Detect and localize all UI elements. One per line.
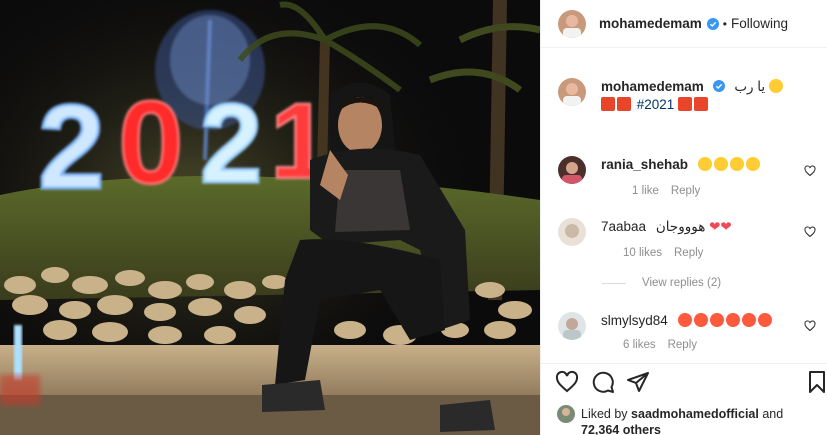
commenter-avatar[interactable] <box>558 312 586 340</box>
likes-and: and <box>762 407 784 421</box>
reply-button[interactable]: Reply <box>671 185 700 197</box>
comment-icon[interactable] <box>591 370 615 394</box>
comment-text: هوووجان <box>655 219 706 234</box>
comments-list[interactable]: mohamedemam يا رب #2021 rania_shehab 1 l… <box>541 48 827 363</box>
star-eyes-emoji-icon <box>725 313 740 327</box>
commenter-avatar[interactable] <box>558 156 586 184</box>
author-avatar[interactable] <box>558 78 586 106</box>
commenter-avatar[interactable] <box>558 218 586 246</box>
author-avatar[interactable] <box>558 9 586 38</box>
laugh-emoji-icon <box>697 157 712 171</box>
reply-button[interactable]: Reply <box>668 339 697 351</box>
laugh-emoji-icon <box>713 157 728 171</box>
bookmark-icon[interactable] <box>805 370 827 394</box>
anger-emoji-icon <box>617 97 631 111</box>
post-image: 2 0 2 1 <box>0 0 540 435</box>
post-side-panel: mohamedemam • Following mohamedemam يا ر… <box>540 0 827 435</box>
comment-likes[interactable]: 10 likes <box>623 247 662 259</box>
header-separator: • <box>722 16 727 31</box>
likes-summary: Liked by saadmohamedofficial and 72,364 … <box>557 405 811 435</box>
star-eyes-emoji-icon <box>693 313 708 327</box>
caption-hashtag[interactable]: #2021 <box>637 97 675 112</box>
header-username[interactable]: mohamedemam <box>599 16 702 31</box>
comment-heart-icon[interactable] <box>804 320 816 332</box>
comment-item: slmylsyd84 <box>558 312 774 340</box>
heart-icon[interactable] <box>555 370 579 394</box>
post-photo[interactable]: 2 0 2 1 <box>0 0 540 435</box>
verified-badge-icon <box>706 17 719 30</box>
laugh-emoji-icon <box>729 157 744 171</box>
verified-badge-icon <box>712 80 725 92</box>
comment-item: rania_shehab <box>558 156 762 184</box>
star-eyes-emoji-icon <box>677 313 692 327</box>
caption: mohamedemam يا رب #2021 <box>558 78 791 114</box>
share-icon[interactable] <box>626 370 650 394</box>
liker-username[interactable]: saadmohamedofficial <box>631 407 759 421</box>
comment-likes[interactable]: 6 likes <box>623 339 656 351</box>
view-replies-button[interactable]: View replies (2) <box>602 277 721 289</box>
comment-emojis <box>697 157 762 172</box>
replies-divider <box>602 282 626 284</box>
caption-username[interactable]: mohamedemam <box>601 79 704 94</box>
commenter-username[interactable]: slmylsyd84 <box>601 313 668 328</box>
following-button[interactable]: Following <box>731 16 788 31</box>
anger-emoji-icon <box>678 97 693 111</box>
comment-meta: 1 like Reply <box>632 185 712 197</box>
post-actions: Liked by saadmohamedofficial and 72,364 … <box>541 363 827 435</box>
anger-emoji-icon <box>601 97 615 111</box>
comment-meta: 10 likes Reply <box>623 247 715 259</box>
svg-text:2: 2 <box>38 80 105 214</box>
anger-emoji-icon <box>694 97 709 111</box>
smile-emoji-icon <box>768 79 783 93</box>
comment-heart-icon[interactable] <box>804 226 816 238</box>
comment-likes[interactable]: 1 like <box>632 185 659 197</box>
commenter-username[interactable]: rania_shehab <box>601 157 688 172</box>
liker-avatar[interactable] <box>557 405 575 423</box>
likes-count[interactable]: 72,364 others <box>581 423 661 435</box>
laugh-emoji-icon <box>745 157 760 171</box>
comment-item: 7aabaa هوووجان ❤❤ <box>558 218 732 246</box>
caption-text: يا رب <box>734 79 766 94</box>
heart-emoji-icon: ❤❤ <box>709 219 732 234</box>
comment-meta: 6 likes Reply <box>623 339 709 351</box>
star-eyes-emoji-icon <box>757 313 772 327</box>
comment-heart-icon[interactable] <box>804 165 816 177</box>
svg-text:2: 2 <box>200 81 262 206</box>
star-eyes-emoji-icon <box>709 313 724 327</box>
star-eyes-emoji-icon <box>741 313 756 327</box>
likes-prefix: Liked by <box>581 407 628 421</box>
comment-emojis <box>677 313 774 328</box>
post-header: mohamedemam • Following <box>541 0 827 48</box>
reply-button[interactable]: Reply <box>674 247 703 259</box>
svg-text:0: 0 <box>118 77 184 209</box>
view-replies-label[interactable]: View replies (2) <box>642 277 721 289</box>
commenter-username[interactable]: 7aabaa <box>601 219 646 234</box>
